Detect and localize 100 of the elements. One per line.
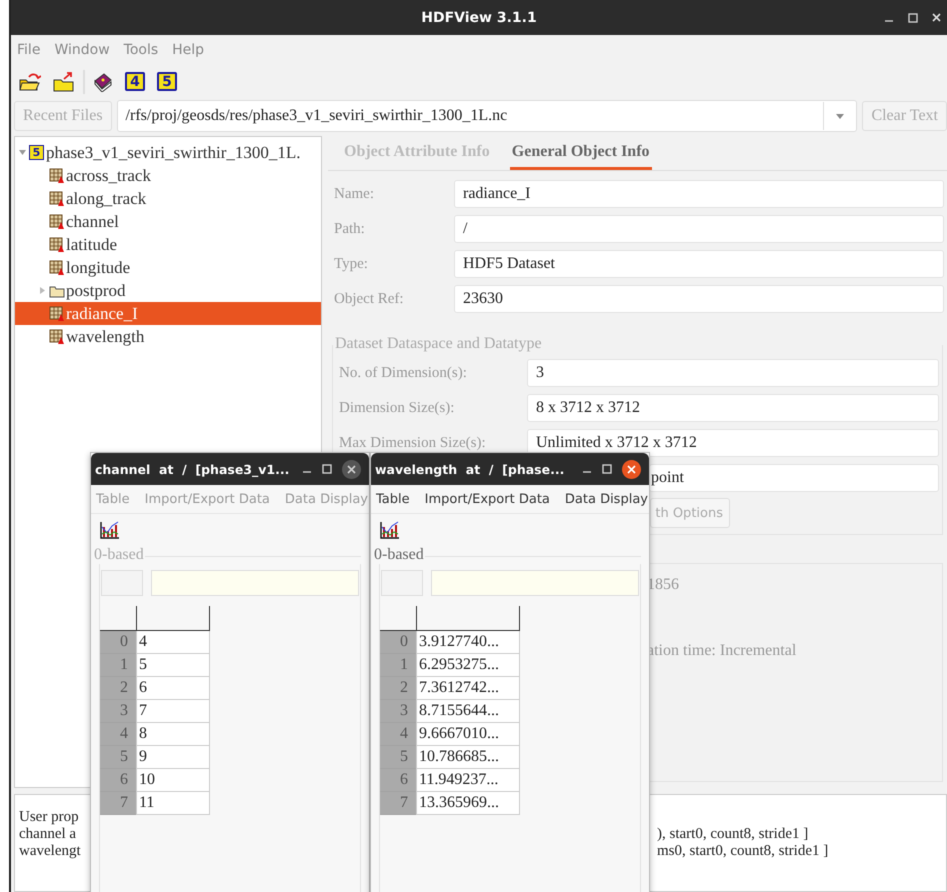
tree-item[interactable]: latitude [66,234,117,254]
row-index: 2 [380,677,416,700]
table-cell: 11.949237... [416,769,520,792]
maximize-icon[interactable] [602,464,612,474]
tree-item[interactable]: wavelength [66,326,144,346]
field-label: Name: [334,184,375,204]
tab[interactable]: General Object Info [510,136,652,170]
close-icon [932,13,941,22]
chart-icon[interactable] [380,521,400,539]
dropdown-caret-icon[interactable] [836,114,844,118]
index-field[interactable] [101,570,143,596]
tree-item[interactable]: postprod [66,280,126,300]
row-index: 3 [380,700,416,723]
selected-tree-row[interactable]: radiance_I [15,302,321,325]
table-cell: 6 [136,677,210,700]
group-label: 0-based [94,546,144,564]
dataset-icon [49,306,65,322]
table-cell: 7.3612742... [416,677,520,700]
dataset-icon [49,214,65,230]
group-label: 0-based [374,546,424,564]
menu-item[interactable]: Import/Export Data [424,492,550,506]
menu-item[interactable]: Data Display [564,492,648,506]
dataset-icon [49,190,65,206]
close-button[interactable] [622,460,641,478]
maximize-icon[interactable] [322,464,332,474]
table-cell: 11 [136,792,210,815]
dataset-icon [49,260,65,276]
table-cell: 13.365969... [416,792,520,815]
field-value[interactable]: 3 [527,359,939,387]
row-index: 1 [100,654,136,677]
expand-caret-icon[interactable] [19,149,26,156]
cell-edit-field[interactable] [431,570,639,596]
field-value[interactable]: / [454,215,944,243]
chart-icon[interactable] [100,521,120,539]
row-index: 4 [100,723,136,746]
row-index: 0 [380,631,416,654]
log-text: User prop [18,809,80,826]
file-badge: 5 [29,145,44,160]
menu-item[interactable]: Table [376,492,410,506]
table-cell: 10.786685... [416,746,520,769]
close-icon [347,464,356,474]
log-text: ms0, start0, count8, stride1 ] [657,843,830,860]
field-label: Path: [334,220,366,238]
table-cell: 8.7155644... [416,700,520,723]
row-index: 6 [380,769,416,792]
numbered-file-button[interactable]: 4 [125,72,145,91]
row-index: 1 [380,654,416,677]
field-value[interactable]: 23630 [454,285,944,313]
field-label: No. of Dimension(s): [339,364,468,382]
row-index: 5 [380,746,416,769]
table-cell: 3.9127740... [416,631,520,654]
dataset-icon [49,168,65,184]
book-icon[interactable] [93,72,113,92]
path-field[interactable]: /rfs/proj/geosds/res/phase3_v1_seviri_swirthir_1300_1L.nc [116,100,858,132]
field-value[interactable]: point [649,464,939,492]
log-text: channel a [18,826,78,843]
numbered-file-button[interactable]: 5 [157,72,177,91]
row-index: 7 [100,792,136,815]
row-index: 3 [100,700,136,723]
dataset-icon [49,236,65,252]
table-cell: 6.2953275... [416,654,520,677]
table-cell: 5 [136,654,210,677]
info-text: 1856 [647,576,680,594]
tree-item[interactable]: along_track [66,188,146,208]
tree-item[interactable]: phase3_v1_seviri_swirthir_1300_1L. [46,142,300,162]
close-button[interactable] [342,460,361,478]
tree-item[interactable]: channel [66,212,119,232]
log-text: wavelengt [18,843,82,860]
log-text: ), start0, count8, stride1 ] [657,826,810,843]
cell-edit-field[interactable] [151,570,359,596]
close-icon [627,464,636,474]
open-folder-icon[interactable] [19,72,41,92]
row-index: 6 [100,769,136,792]
window-title: wavelength at / [phase... [375,462,566,476]
dataset-icon [49,328,65,344]
table-cell: 8 [136,723,210,746]
row-index: 7 [380,792,416,815]
row-index: 2 [100,677,136,700]
field-value[interactable]: radiance_I [454,180,944,208]
field-label: Max Dimension Size(s): [339,434,487,452]
field-value[interactable]: 8 x 3712 x 3712 [527,394,939,422]
field-value[interactable]: HDF5 Dataset [454,250,944,278]
table-cell: 7 [136,700,210,723]
table-cell: 9.6667010... [416,723,520,746]
index-field[interactable] [381,570,423,596]
tree-item[interactable]: radiance_I [66,304,138,324]
field-value[interactable]: Unlimited x 3712 x 3712 [527,429,939,457]
table-cell: 9 [136,746,210,769]
row-index: 0 [100,631,136,654]
section-title: Dataset Dataspace and Datatype [334,335,543,354]
tree-item[interactable]: longitude [66,258,130,278]
maximize-icon[interactable] [908,12,918,22]
tree-item[interactable]: across_track [66,166,151,186]
folder-arrow-icon[interactable] [53,72,75,92]
field-label: Object Ref: [334,290,405,308]
window-title: HDFView 3.1.1 [421,10,537,26]
field-label: Dimension Size(s): [339,398,456,418]
table-cell: 10 [136,769,210,792]
window-title: channel at / [phase3_v1... [95,462,290,476]
row-index: 5 [100,746,136,769]
